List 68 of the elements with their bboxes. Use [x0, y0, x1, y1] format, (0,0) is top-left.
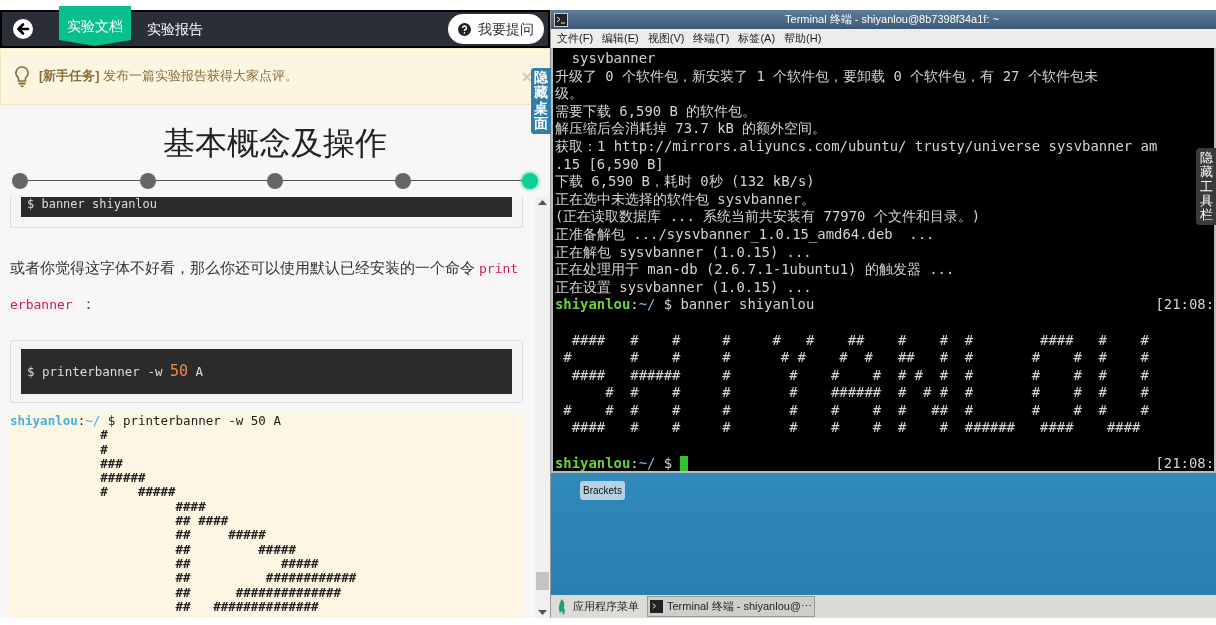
- prompt-line: shiyanlou:~/ $: [555, 454, 673, 471]
- timestamp: [21:08:: [1155, 454, 1214, 471]
- output-line: ## ############: [174, 571, 357, 586]
- banner-art-line: #### # # # # # ## # # # #### # #: [570, 331, 1149, 350]
- output-line: #: [99, 428, 108, 443]
- terminal-line: 获取：1 http://mirrors.aliyuncs.com/ubuntu/ trusty/universe sysvbanner am: [555, 137, 1158, 156]
- prompt-line: shiyanlou:~/ $ banner shiyanlou: [555, 296, 815, 314]
- terminal-icon: [554, 12, 568, 27]
- back-icon[interactable]: [12, 18, 34, 40]
- menu-item[interactable]: 标签(A): [738, 30, 776, 47]
- terminal-line: (正在读取数据库 ... 系统当前共安装有 77970 个文件和目录。): [555, 208, 981, 226]
- notice-text: [新手任务] 发布一篇实验报告获得大家点评。: [39, 68, 298, 86]
- help-icon: [458, 22, 471, 36]
- terminal-line: 正在设置 sysvbanner (1.0.15) ...: [555, 278, 812, 297]
- terminal-line: sysvbanner: [570, 50, 656, 68]
- desktop-icon-label[interactable]: Brackets: [580, 481, 625, 500]
- output-line: ####: [174, 499, 206, 515]
- banner-art-line: #### # # # # # # # # ###### #### ####: [570, 419, 1141, 438]
- terminal-line: 正在解包 sysvbanner (1.0.15) ...: [555, 243, 812, 262]
- terminal-line: 下载 6,590 B，耗时 0秒 (132 kB/s): [555, 173, 815, 191]
- ask-question-button[interactable]: 我要提问: [448, 14, 544, 44]
- output-line: ## #####: [174, 542, 296, 557]
- terminal-line: 需要下载 6,590 B 的软件包。: [555, 102, 757, 121]
- output-line: # #####: [99, 485, 176, 500]
- output-line: #: [99, 442, 108, 457]
- lightbulb-icon: [15, 65, 29, 88]
- timestamp: [21:08:: [1155, 296, 1214, 314]
- terminal-line: 正在处理用于 man-db (2.6.7.1-1ubuntu1) 的触发器 ...: [555, 261, 955, 279]
- output-line: ## #####: [174, 556, 319, 572]
- hide-desktop-tab[interactable]: 隐藏桌面: [531, 68, 551, 134]
- prompt-line: shiyanlou:~/ $ printerbanner -w 50 A: [10, 414, 281, 429]
- terminal-line: 级。: [555, 85, 583, 103]
- output-line: ## #####: [174, 528, 266, 543]
- nav-tab[interactable]: 实验报告: [131, 12, 219, 46]
- hide-toolbar-tab[interactable]: 隐藏工具栏: [1196, 148, 1216, 226]
- paragraph: 或者你觉得这字体不好看，那么你还可以使用默认已经安装的一个命令 printerbanner ：: [10, 258, 520, 314]
- scroll-down-icon[interactable]: [538, 610, 547, 615]
- terminal-line: 正准备解包 .../sysvbanner_1.0.15_amd64.deb ...: [555, 225, 935, 244]
- menu-item[interactable]: 文件(F): [557, 30, 594, 47]
- output-line: ######: [99, 471, 146, 486]
- taskbar-button[interactable]: Terminal 终端 - shiyanlou@⋯: [647, 596, 816, 617]
- terminal-line: 解压缩后会消耗掉 73.7 kB 的额外空间。: [555, 120, 827, 138]
- output-line: ## ####: [174, 514, 229, 529]
- banner-art-line: # # # # # # # # # ## # # # # #: [562, 401, 1149, 420]
- banner-art-line: # # # # # # # # ## # # # # # #: [562, 349, 1149, 367]
- menu-item[interactable]: 终端(T): [693, 30, 730, 47]
- menu-item[interactable]: 编辑(E): [602, 30, 639, 47]
- close-icon[interactable]: [522, 72, 532, 82]
- window-title: Terminal 终端 - shiyanlou@8b7398f34a1f: ~: [784, 12, 1000, 28]
- output-line: ## ##############: [174, 599, 319, 615]
- output-line: ## ##############: [174, 585, 342, 600]
- scroll-up-icon[interactable]: [538, 200, 547, 205]
- doc-title: 基本概念及操作: [163, 124, 387, 163]
- scrollbar[interactable]: [535, 197, 550, 618]
- terminal-line: 升级了 0 个软件包，新安装了 1 个软件包，要卸载 0 个软件包，有 27 个软件包未: [555, 67, 1098, 86]
- scrollbar-thumb[interactable]: [536, 572, 549, 590]
- code-line: $ banner shiyanlou: [27, 197, 158, 212]
- terminal-line: 正在选中未选择的软件包 sysvbanner。: [555, 190, 815, 209]
- code-line: $ printerbanner -w 50 A: [27, 361, 204, 383]
- terminal-line: .15 [6,590 B]: [555, 155, 664, 174]
- terminal-icon: [650, 600, 663, 613]
- menu-item[interactable]: 视图(V): [647, 30, 685, 47]
- menu-item[interactable]: 帮助(H): [784, 30, 822, 47]
- banner-art-line: #### ###### # # # # # # # # # # # #: [570, 366, 1149, 385]
- banner-art-line: # # # # # ###### # # # # # # # #: [604, 384, 1149, 402]
- output-line: ###: [99, 456, 123, 472]
- leaf-icon[interactable]: [557, 598, 567, 615]
- app-menu-button[interactable]: 应用程序菜单: [573, 598, 639, 615]
